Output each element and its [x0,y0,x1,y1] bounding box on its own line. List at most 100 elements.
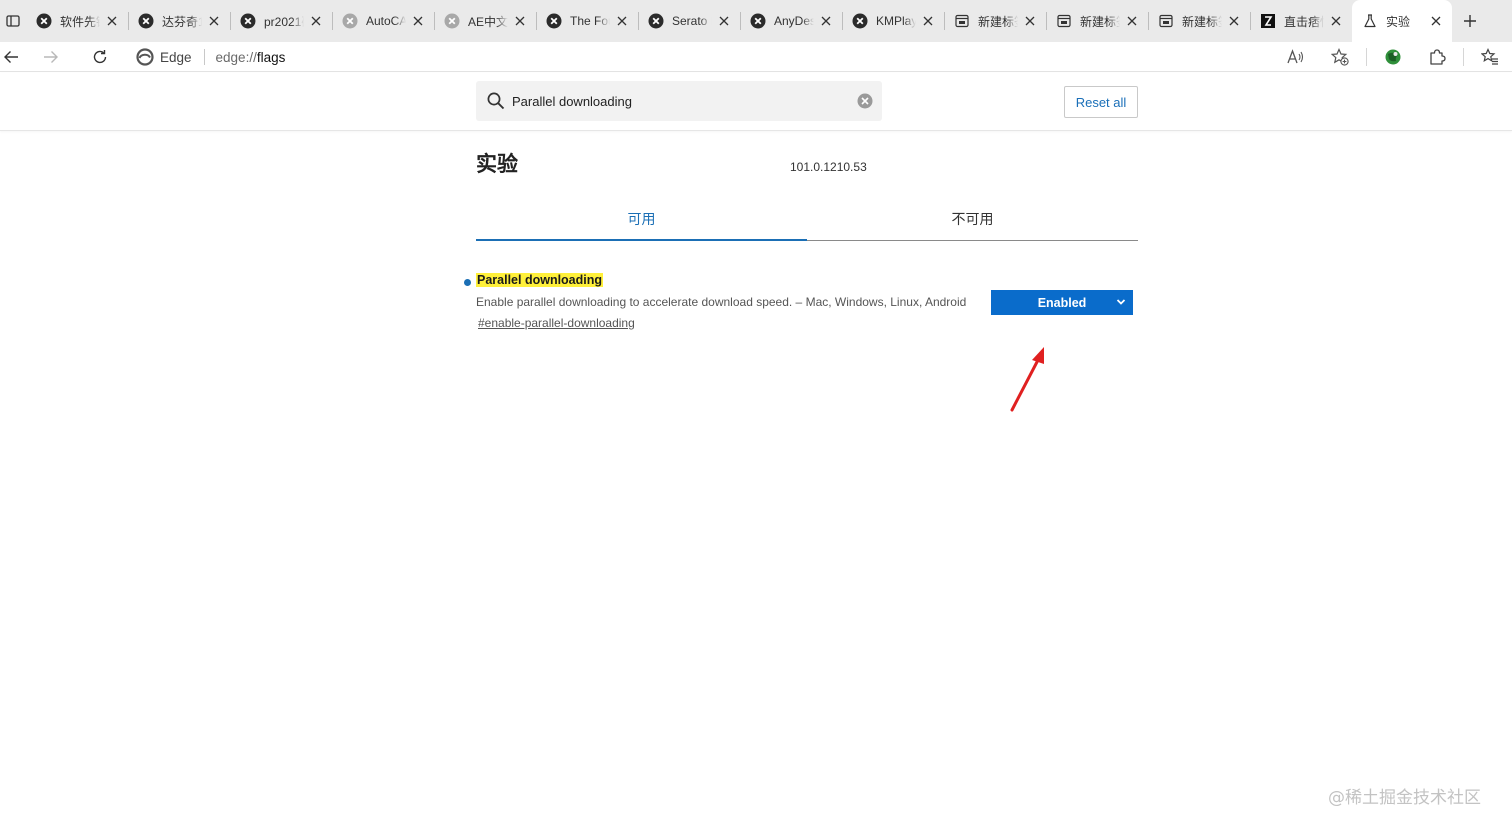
watermark: @稀土掘金技术社区 [1328,788,1481,808]
tab-title: 新建标签页 [1182,14,1222,29]
tab-title: KMPlayer [876,14,916,28]
reset-all-button[interactable]: Reset all [1064,86,1138,118]
modified-dot [464,279,471,286]
close-icon[interactable] [206,13,222,29]
green-globe-extension-icon [1385,49,1401,65]
site-label: Edge [160,49,192,65]
page-title: 实验 [476,152,518,176]
red-arrow-annotation [1010,347,1044,412]
refresh-icon [93,49,107,63]
browser-tab[interactable]: 达芬奇18 [128,0,230,42]
refresh-button[interactable] [80,42,120,72]
close-icon[interactable] [920,13,936,29]
clear-search-icon[interactable] [856,92,874,110]
tab-title: 实验 [1386,14,1411,29]
circle-x-icon [240,13,256,29]
address-bar[interactable]: Edge edge:// flags [124,42,1374,72]
tab-title: pr2021破解 [264,14,304,29]
browser-tab[interactable]: The Foundry [536,0,638,42]
flag-state-select[interactable]: Enabled [991,290,1133,315]
circle-x-icon [138,13,154,29]
back-button[interactable] [0,42,22,72]
read-aloud-icon [1287,49,1304,64]
browser-tab[interactable]: pr2021破解 [230,0,332,42]
flag-anchor-link[interactable]: #enable-parallel-downloading [478,316,635,330]
close-icon[interactable] [716,13,732,29]
edge-logo-icon [136,48,154,66]
tab-available[interactable]: 可用 [476,198,807,241]
availability-tabs: 可用 不可用 [476,198,1138,241]
browser-tab[interactable]: AE中文版 [434,0,536,42]
browser-tab[interactable]: 新建标签页 [1148,0,1250,42]
search-icon [487,92,505,110]
toolbar-right-group [1274,42,1512,72]
flags-search-input[interactable] [512,93,856,109]
tab-actions-button[interactable] [0,0,26,42]
close-icon[interactable] [614,13,630,29]
favorites-button[interactable] [1468,42,1512,72]
extension-button[interactable] [1371,42,1415,72]
add-favorite-button[interactable] [1318,42,1362,72]
flask-icon [1362,13,1378,29]
tab-title: AE中文版 [468,14,508,29]
tab-title: AnyDesk [774,14,814,28]
circle-x-icon [444,13,460,29]
browser-tab[interactable]: 软件先锋 [26,0,128,42]
browser-tab[interactable]: AnyDesk [740,0,842,42]
extensions-button[interactable] [1415,42,1459,72]
circle-x-icon [648,13,664,29]
puzzle-icon [1430,49,1446,65]
read-aloud-button[interactable] [1274,42,1318,72]
toolbar-divider [1366,48,1367,66]
forward-button[interactable] [22,42,80,72]
close-icon[interactable] [818,13,834,29]
circle-x-icon [342,13,358,29]
flag-state-value: Enabled [1037,295,1087,310]
circle-x-icon [546,13,562,29]
browser-toolbar: Edge edge:// flags [0,42,1512,72]
tab-title: 新建标签页 [1080,14,1120,29]
close-icon[interactable] [1328,13,1344,29]
tab-title: 新建标签页 [978,14,1018,29]
browser-tab[interactable]: 新建标签页 [944,0,1046,42]
toolbar-divider [1463,48,1464,66]
tab-unavailable[interactable]: 不可用 [807,198,1138,240]
url-prefix: edge:// [215,49,257,65]
new-tab-button[interactable] [1452,0,1488,42]
flag-description: Enable parallel downloading to accelerat… [476,295,967,309]
tab-actions-icon [6,15,20,27]
browser-tab[interactable]: Serato DJ [638,0,740,42]
browser-tab[interactable]: 新建标签页 [1046,0,1148,42]
forward-arrow-icon [44,50,58,63]
newtab-icon [1056,13,1072,29]
close-icon[interactable] [512,13,528,29]
browser-tab[interactable]: 直击痞性 [1250,0,1352,42]
flags-header: Reset all [0,73,1512,131]
tab-title: 达芬奇18 [162,14,202,29]
chevron-down-icon [1116,299,1126,305]
circle-x-icon [852,13,868,29]
version-label: 101.0.1210.53 [790,160,867,174]
close-icon[interactable] [1022,13,1038,29]
url-path: flags [256,49,286,65]
circle-x-icon [36,13,52,29]
browser-tab[interactable]: AutoCAD [332,0,434,42]
close-icon[interactable] [1428,13,1444,29]
tab-title: 直击痞性 [1284,14,1324,29]
browser-tab[interactable]: KMPlayer [842,0,944,42]
tab-title: Serato DJ [672,14,712,28]
newtab-icon [954,13,970,29]
favorites-star-list-icon [1481,48,1498,65]
tab-title: The Foundry [570,14,610,28]
close-icon[interactable] [104,13,120,29]
address-separator [203,49,205,65]
close-icon[interactable] [1226,13,1242,29]
close-icon[interactable] [308,13,324,29]
flags-search-box[interactable] [476,81,882,121]
close-icon[interactable] [1124,13,1140,29]
tab-title: AutoCAD [366,14,406,28]
tab-title: 软件先锋 [60,14,100,29]
browser-tab-active[interactable]: 实验 [1352,0,1452,42]
flag-name: Parallel downloading [476,273,604,287]
close-icon[interactable] [410,13,426,29]
